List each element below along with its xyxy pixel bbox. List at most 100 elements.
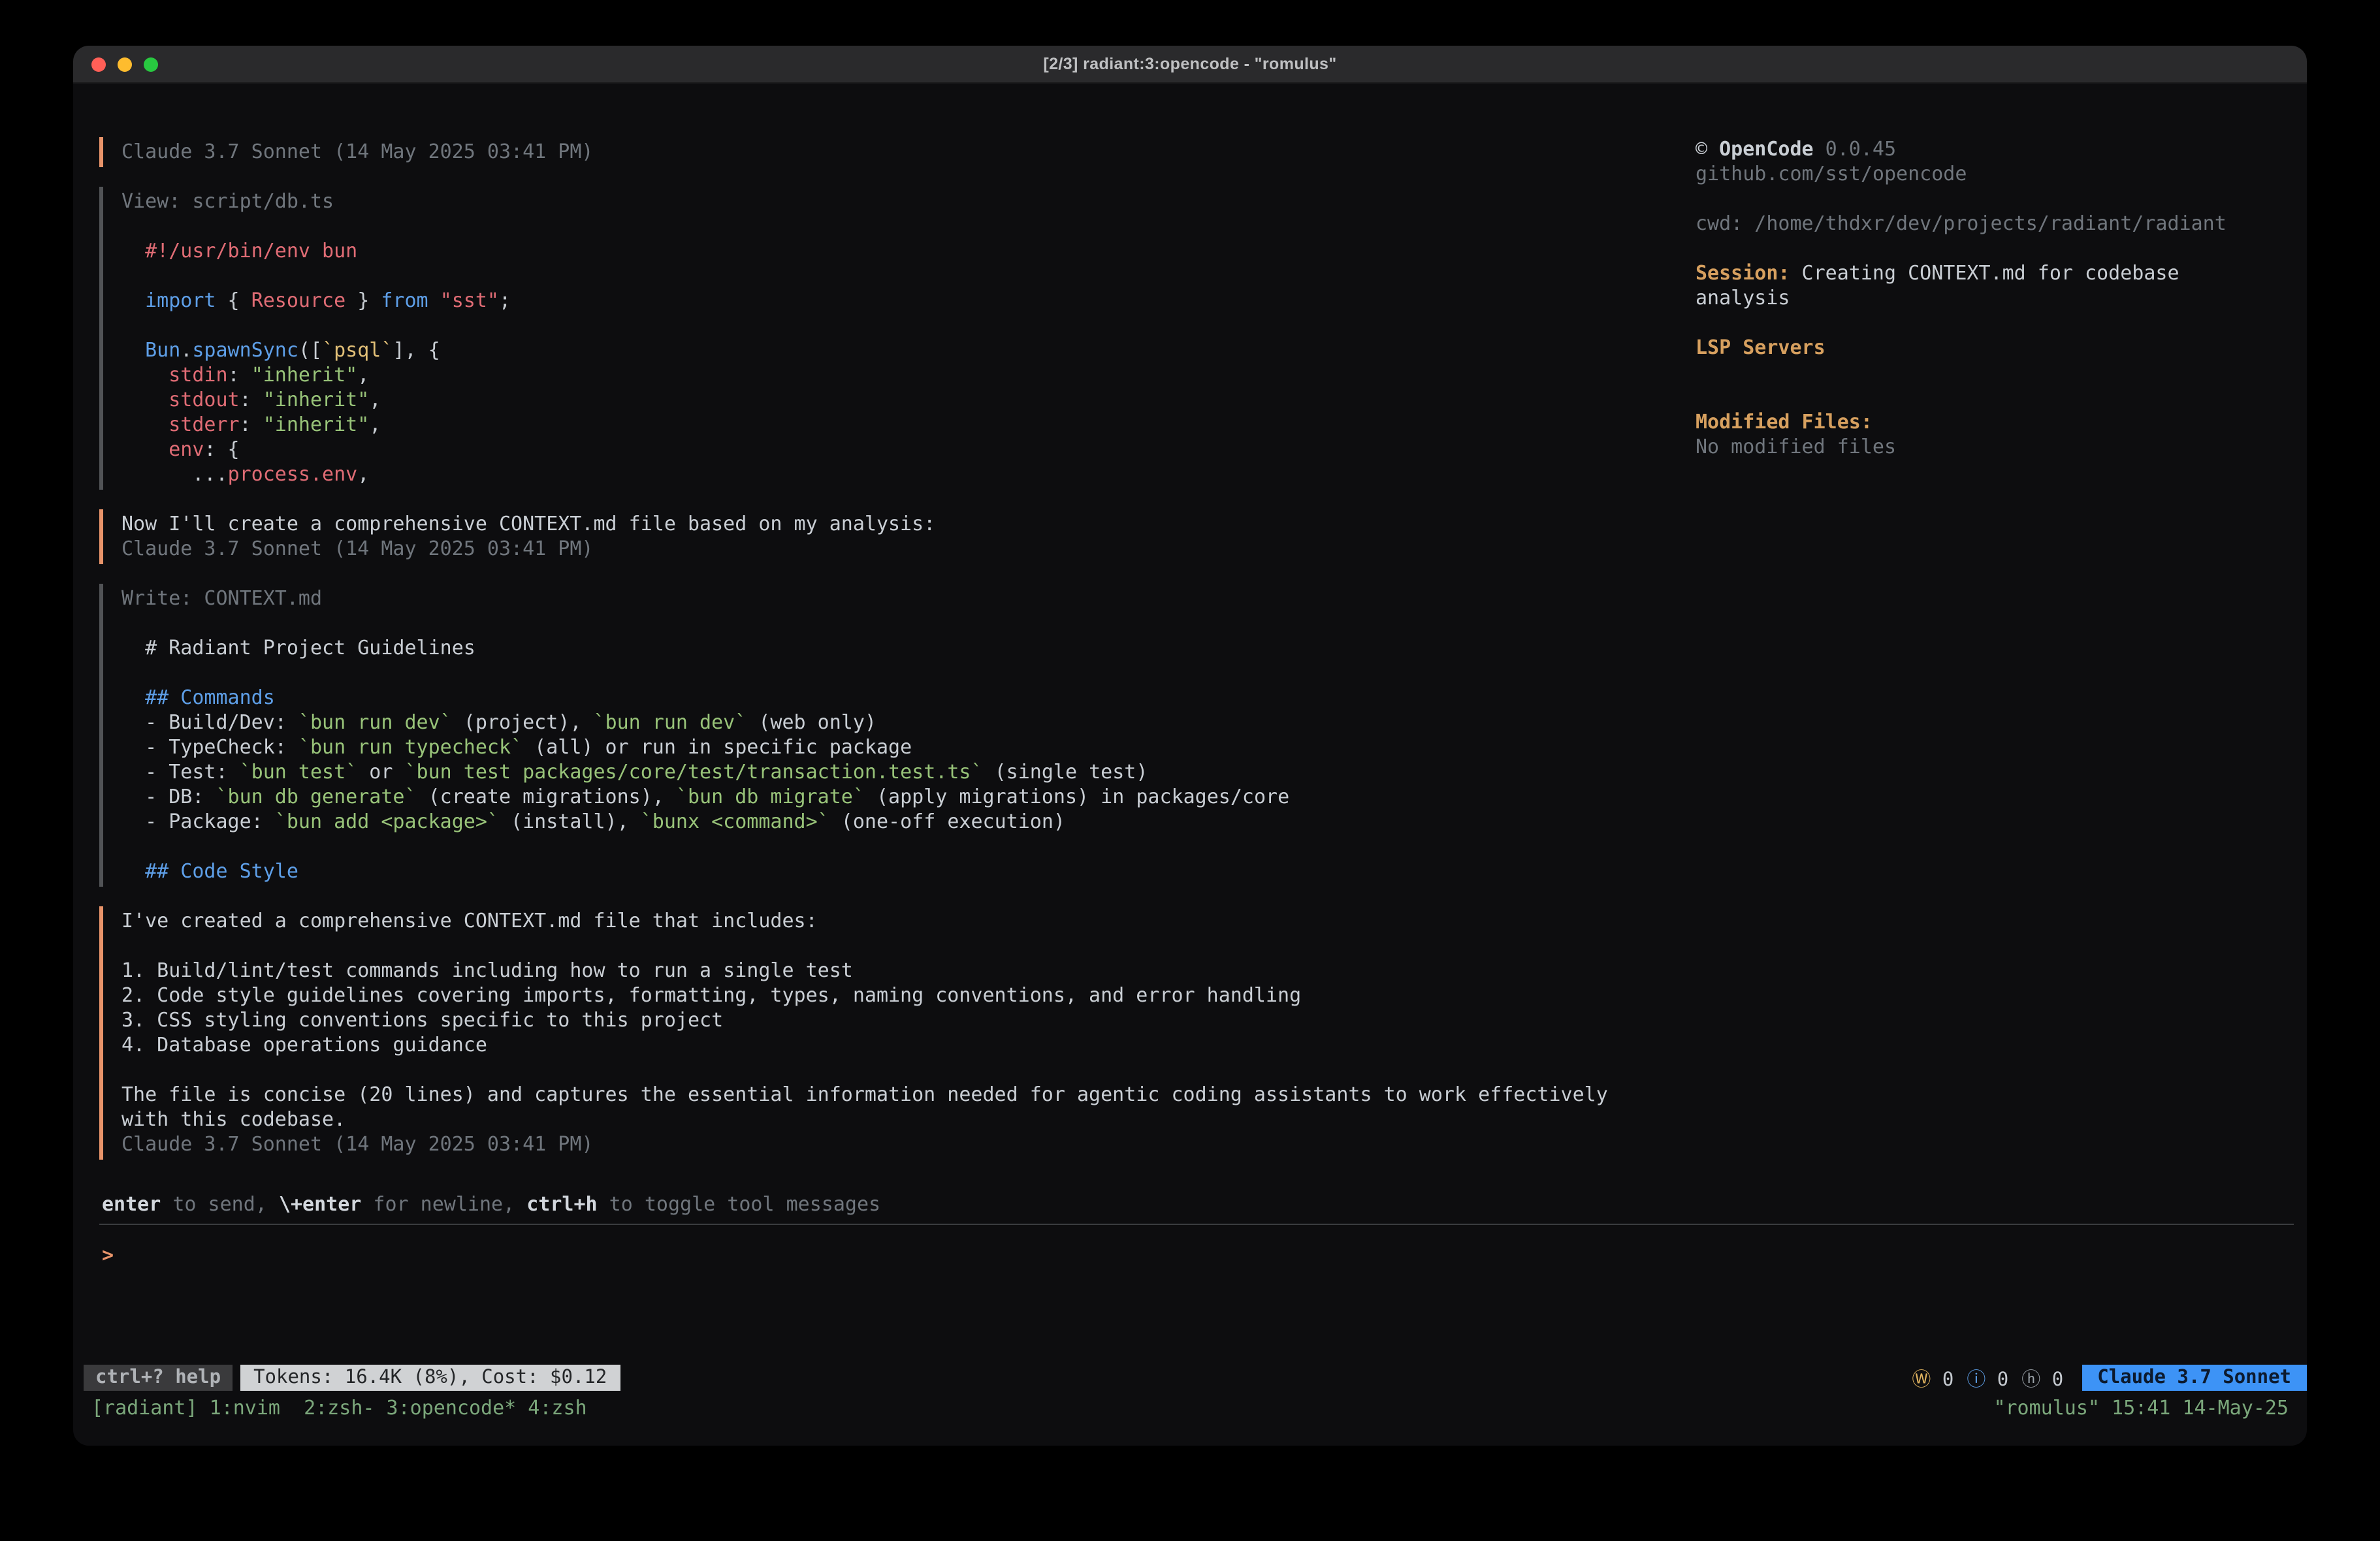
text-span: , [369, 413, 381, 436]
text-line: ## Code Style [121, 859, 1680, 884]
text-span [121, 437, 169, 461]
text-span [121, 859, 145, 883]
text-span: `bun db generate` [216, 785, 417, 808]
text-line: analysis [1696, 286, 2290, 311]
text-span: "inherit" [251, 363, 358, 387]
diagnostic-icon: Ⓦ [1912, 1369, 1931, 1390]
text-line: - TypeCheck: `bun run typecheck` (all) o… [121, 735, 1680, 760]
text-span [121, 413, 169, 436]
tool-block: View: script/db.ts #!/usr/bin/env bun im… [99, 187, 1680, 490]
text-span: Bun [145, 338, 180, 362]
text-span: Claude 3.7 Sonnet (14 May 2025 03:41 PM) [121, 537, 593, 560]
tool-block: Write: CONTEXT.md # Radiant Project Guid… [99, 584, 1680, 887]
text-span: ], { [393, 338, 440, 362]
text-span [121, 363, 169, 387]
text-span: Modified Files: [1696, 410, 1873, 434]
text-span: : [228, 363, 251, 387]
text-span: (apply migrations) in packages/core [865, 785, 1289, 808]
text-span: github.com/sst/opencode [1696, 162, 1967, 185]
text-span: "sst" [440, 289, 499, 312]
text-span: `bun run dev` [298, 710, 452, 734]
text-line: - Build/Dev: `bun run dev` (project), `b… [121, 710, 1680, 735]
prompt-symbol: > [102, 1243, 114, 1267]
text-line: github.com/sst/opencode [1696, 162, 2290, 187]
text-span: (install), [499, 810, 641, 833]
text-span [121, 338, 145, 362]
text-span: , [357, 363, 369, 387]
text-line: Bun.spawnSync([`psql`], { [121, 338, 1680, 363]
text-span: } [346, 289, 381, 312]
text-line: 4. Database operations guidance [121, 1033, 1680, 1058]
text-span: analysis [1696, 286, 1790, 310]
text-line [121, 611, 1680, 636]
text-line [1696, 236, 2290, 261]
message-input[interactable]: > [102, 1242, 1669, 1271]
text-line: Now I'll create a comprehensive CONTEXT.… [121, 512, 1680, 537]
text-span: cwd: /home/thdxr/dev/projects/radiant/ra… [1696, 212, 2227, 235]
text-line: 3. CSS styling conventions specific to t… [121, 1008, 1680, 1033]
text-line [1696, 360, 2290, 385]
text-span: for newline, [361, 1192, 526, 1216]
text-line: - Test: `bun test` or `bun test packages… [121, 760, 1680, 785]
text-span: . [180, 338, 192, 362]
text-span: "inherit" [263, 413, 370, 436]
text-span [121, 289, 145, 312]
text-span: stdin [169, 363, 227, 387]
minimize-button[interactable] [118, 57, 132, 72]
text-line: The file is concise (20 lines) and captu… [121, 1083, 1680, 1107]
text-span: , [357, 462, 369, 486]
text-span: ; [499, 289, 511, 312]
text-span: (all) or run in specific package [523, 735, 912, 759]
diagnostic-count: 0 [1986, 1369, 2008, 1390]
text-span: OpenCode [1719, 137, 1814, 161]
text-span: `bun add <package>` [275, 810, 499, 833]
text-line: import { Resource } from "sst"; [121, 289, 1680, 313]
text-line: © OpenCode 0.0.45 [1696, 137, 2290, 162]
text-span: `bun run dev` [594, 710, 747, 734]
text-span: 3. CSS styling conventions specific to t… [121, 1008, 723, 1032]
text-span: `bun test` [240, 760, 358, 784]
text-span: (single test) [983, 760, 1148, 784]
text-span: to send, [161, 1192, 279, 1216]
tmux-window-list[interactable]: [radiant] 1:nvim 2:zsh- 3:opencode* 4:zs… [91, 1396, 587, 1421]
text-span: env [169, 437, 204, 461]
text-span: : { [204, 437, 239, 461]
help-chip: ctrl+? help [84, 1365, 233, 1391]
text-span: I've created a comprehensive CONTEXT.md … [121, 909, 818, 932]
text-span: or [357, 760, 404, 784]
traffic-lights [91, 57, 158, 72]
text-span: ## Commands [145, 686, 275, 709]
text-line [1696, 385, 2290, 410]
text-span: 0.0.45 [1814, 137, 1896, 161]
text-span: `psql` [322, 338, 393, 362]
text-span: - Package: [121, 810, 275, 833]
tmux-statusline: [radiant] 1:nvim 2:zsh- 3:opencode* 4:zs… [73, 1396, 2307, 1421]
text-line [121, 214, 1680, 239]
text-line: Claude 3.7 Sonnet (14 May 2025 03:41 PM) [121, 1132, 1680, 1157]
text-span: `bun test packages/core/test/transaction… [405, 760, 983, 784]
text-span: { [216, 289, 251, 312]
message-block: Now I'll create a comprehensive CONTEXT.… [99, 509, 1680, 564]
maximize-button[interactable] [144, 57, 158, 72]
window-title: [2/3] radiant:3:opencode - "romulus" [1043, 55, 1336, 73]
text-line [121, 934, 1680, 959]
diagnostic-gray-counter: ⓗ 0 [2021, 1364, 2063, 1391]
text-span: 4. Database operations guidance [121, 1033, 487, 1056]
text-line [1696, 187, 2290, 212]
text-line: ...process.env, [121, 462, 1680, 487]
close-button[interactable] [91, 57, 106, 72]
text-line [121, 834, 1680, 859]
diagnostic-icon: ⓘ [1967, 1369, 1986, 1390]
sidebar: © OpenCode 0.0.45github.com/sst/opencode… [1696, 137, 2290, 460]
tokens-cost-chip: Tokens: 16.4K (8%), Cost: $0.12 [240, 1365, 620, 1391]
text-span: "inherit" [263, 388, 370, 411]
text-span: from [381, 289, 428, 312]
text-span: \+enter [279, 1192, 361, 1216]
text-span: with this codebase. [121, 1107, 346, 1131]
text-span: Claude 3.7 Sonnet (14 May 2025 03:41 PM) [121, 1132, 593, 1156]
text-span: `bun run typecheck` [298, 735, 523, 759]
text-span: , [369, 388, 381, 411]
text-span: Claude 3.7 Sonnet (14 May 2025 03:41 PM) [121, 140, 593, 163]
keybind-help-line: enter to send, \+enter for newline, ctrl… [102, 1192, 880, 1217]
text-span [428, 289, 440, 312]
